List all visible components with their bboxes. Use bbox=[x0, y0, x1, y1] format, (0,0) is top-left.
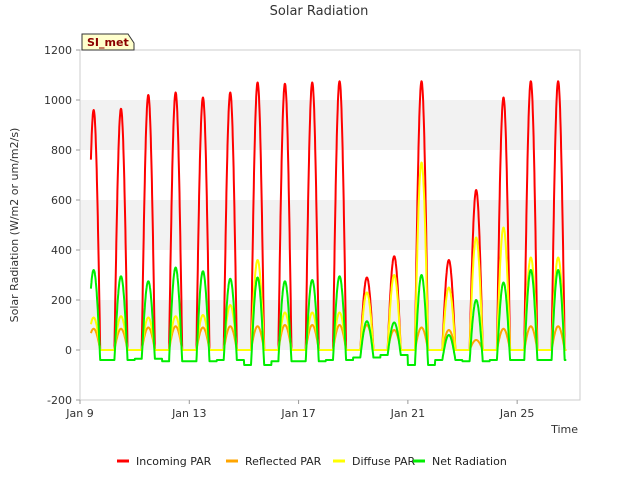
y-tick-label: 0 bbox=[65, 344, 72, 357]
x-tick-label: Jan 25 bbox=[499, 407, 534, 420]
legend-label: Reflected PAR bbox=[245, 455, 322, 468]
grid-band bbox=[80, 50, 580, 100]
chart-title: Solar Radiation bbox=[270, 4, 369, 19]
y-tick-label: 800 bbox=[51, 144, 72, 157]
x-tick-label: Jan 13 bbox=[171, 407, 206, 420]
station-tag-label: SI_met bbox=[87, 36, 129, 49]
y-axis-label: Solar Radiation (W/m2 or um/m2/s) bbox=[8, 128, 21, 323]
y-tick-label: 400 bbox=[51, 244, 72, 257]
y-tick-label: 600 bbox=[51, 194, 72, 207]
y-tick-label: 1000 bbox=[44, 94, 72, 107]
grid-band bbox=[80, 150, 580, 200]
legend-label: Incoming PAR bbox=[136, 455, 212, 468]
y-tick-label: 1200 bbox=[44, 44, 72, 57]
y-axis-ticks: -200 0 200 400 600 800 1000 1200 bbox=[44, 44, 80, 407]
x-tick-label: Jan 21 bbox=[390, 407, 425, 420]
x-tick-label: Jan 17 bbox=[280, 407, 315, 420]
legend-label: Diffuse PAR bbox=[352, 455, 416, 468]
x-axis-label: Time bbox=[550, 423, 578, 436]
y-tick-label: 200 bbox=[51, 294, 72, 307]
x-axis-ticks: Jan 9 Jan 13 Jan 17 Jan 21 Jan 25 bbox=[65, 400, 534, 420]
x-tick-label: Jan 9 bbox=[65, 407, 93, 420]
station-tag: SI_met bbox=[81, 33, 135, 51]
solar-radiation-chart: -200020040060080010001200 Jan 9 Jan 13 Jan… bbox=[8, 4, 581, 468]
legend-label: Net Radiation bbox=[432, 455, 507, 468]
y-tick-label: -200 bbox=[47, 394, 72, 407]
legend: Incoming PAR Reflected PAR Diffuse PAR Net … bbox=[117, 455, 507, 468]
